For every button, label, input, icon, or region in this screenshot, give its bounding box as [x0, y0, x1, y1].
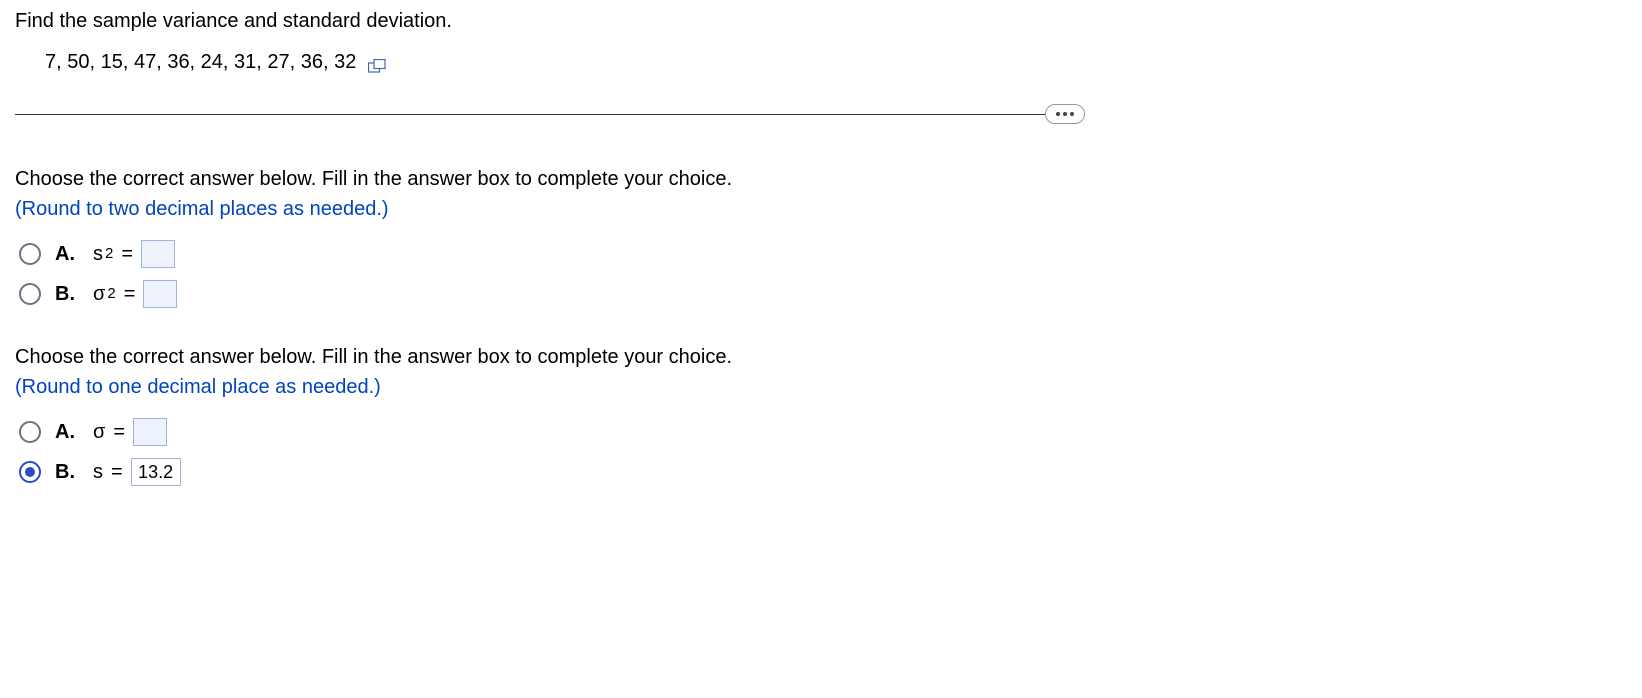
section-divider: [15, 104, 1085, 124]
part1-label-a: A.: [55, 243, 75, 266]
part1-formula-a: s2 =: [93, 240, 175, 268]
question-prompt: Find the sample variance and standard de…: [15, 10, 1627, 33]
question-data-values: 7, 50, 15, 47, 36, 24, 31, 27, 36, 32: [45, 51, 356, 74]
part1-choices: A. s2 = B. σ2 =: [15, 234, 1627, 314]
part2-formula-b: s =: [93, 458, 181, 486]
part2-choices: A. σ = B. s =: [15, 412, 1627, 492]
part1-radio-b[interactable]: [19, 283, 41, 305]
part1-option-a[interactable]: A. s2 =: [15, 234, 1627, 274]
part2-input-a[interactable]: [133, 418, 167, 446]
part1-radio-a[interactable]: [19, 243, 41, 265]
part2-rounding-hint: (Round to one decimal place as needed.): [15, 376, 381, 398]
part1-instruction: Choose the correct answer below. Fill in…: [15, 164, 1627, 224]
part1-formula-b: σ2 =: [93, 280, 177, 308]
part2-option-a[interactable]: A. σ =: [15, 412, 1627, 452]
part2-radio-b[interactable]: [19, 461, 41, 483]
part1-input-a[interactable]: [141, 240, 175, 268]
part2-radio-a[interactable]: [19, 421, 41, 443]
part2-label-a: A.: [55, 421, 75, 444]
part2-formula-a: σ =: [93, 418, 167, 446]
part2-label-b: B.: [55, 461, 75, 484]
part1-option-b[interactable]: B. σ2 =: [15, 274, 1627, 314]
part1-input-b[interactable]: [143, 280, 177, 308]
part2-option-b[interactable]: B. s =: [15, 452, 1627, 492]
more-options-button[interactable]: [1045, 104, 1085, 124]
part1-label-b: B.: [55, 283, 75, 306]
copy-data-icon[interactable]: [368, 56, 386, 70]
part2-instruction: Choose the correct answer below. Fill in…: [15, 342, 1627, 402]
part1-rounding-hint: (Round to two decimal places as needed.): [15, 198, 389, 220]
part2-input-b[interactable]: [131, 458, 181, 486]
